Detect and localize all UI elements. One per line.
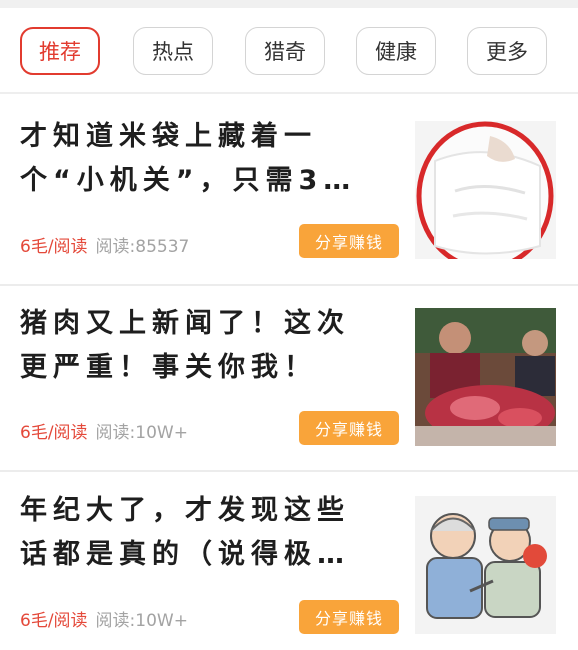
article-title-line: 才知道米袋上藏着一 [20, 121, 317, 152]
rice-bag-image [415, 121, 556, 259]
article-title[interactable]: 猪肉又上新闻了！这次 更严重！事关你我！ [20, 302, 388, 390]
reward-rate: 6毛/阅读 [20, 423, 88, 443]
share-earn-button[interactable]: 分享赚钱 [299, 224, 399, 258]
tab-more[interactable]: 更多 [467, 27, 547, 75]
divider [0, 284, 578, 286]
article-title-line: 话都是真的（说得极… [20, 539, 350, 570]
article-meta: 6毛/阅读 阅读:85537 [20, 232, 189, 257]
category-tabs: 推荐 热点 猎奇 健康 更多 [0, 8, 578, 94]
article-title-line: 个“小机关”，只需3… [20, 165, 357, 196]
tab-curiosities[interactable]: 猎奇 [245, 27, 325, 75]
share-earn-button[interactable]: 分享赚钱 [299, 600, 399, 634]
top-strip [0, 0, 578, 8]
article-title-line: 猪肉又上新闻了！这次 [20, 308, 350, 339]
article-title[interactable]: 年纪大了，才发现这些 话都是真的（说得极… [20, 489, 388, 577]
article-thumbnail[interactable] [415, 308, 556, 446]
read-count: 阅读:85537 [95, 237, 190, 257]
article-title[interactable]: 才知道米袋上藏着一 个“小机关”，只需3… [20, 115, 388, 203]
tab-recommended[interactable]: 推荐 [20, 27, 100, 75]
elderly-illustration-image [415, 496, 556, 634]
read-count: 阅读:10W+ [95, 611, 188, 631]
share-earn-button[interactable]: 分享赚钱 [299, 411, 399, 445]
divider [0, 470, 578, 472]
article-meta: 6毛/阅读 阅读:10W+ [20, 606, 188, 631]
article-title-line: 年纪大了，才发现这些 [20, 495, 350, 526]
reward-rate: 6毛/阅读 [20, 611, 88, 631]
tab-health[interactable]: 健康 [356, 27, 436, 75]
article-meta: 6毛/阅读 阅读:10W+ [20, 418, 188, 443]
tab-hot[interactable]: 热点 [133, 27, 213, 75]
pork-market-image [415, 308, 556, 446]
reward-rate: 6毛/阅读 [20, 237, 88, 257]
article-title-line: 更严重！事关你我！ [20, 352, 317, 383]
article-thumbnail[interactable] [415, 121, 556, 259]
article-thumbnail[interactable] [415, 496, 556, 634]
read-count: 阅读:10W+ [95, 423, 188, 443]
